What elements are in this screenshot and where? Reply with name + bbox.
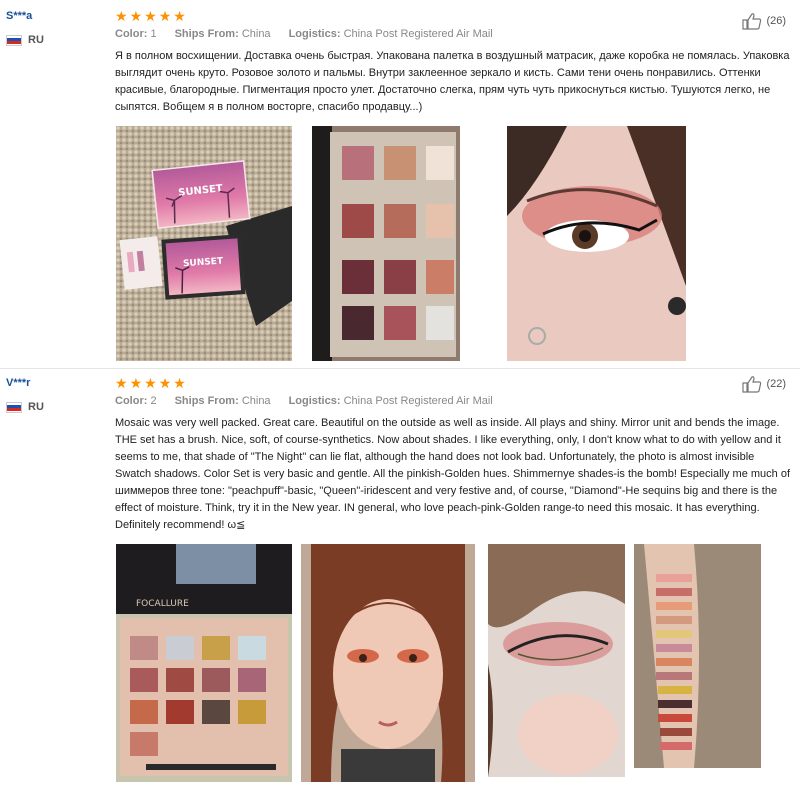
review-photo[interactable] <box>634 544 761 768</box>
reviewer-name[interactable]: V***r <box>6 377 106 389</box>
star-icon: ★ <box>144 8 157 24</box>
color-value: 2 <box>150 395 157 407</box>
review-photo[interactable]: SUNSET SUNSET <box>116 126 292 361</box>
review-photo[interactable]: FOCALLURE <box>116 544 292 782</box>
logistics-label: Logistics: <box>288 395 341 407</box>
reviewer-country: RU <box>6 34 106 46</box>
brand-label: FOCALLURE <box>136 599 189 609</box>
color-value: 1 <box>150 28 157 40</box>
order-meta: Color: 1 Ships From: China Logistics: Ch… <box>115 28 790 40</box>
star-icon: ★ <box>129 375 143 391</box>
ships-from-label: Ships From: <box>174 28 239 40</box>
star-icon: ★ <box>129 8 143 24</box>
review-text: Mosaic was very well packed. Great care.… <box>115 417 790 531</box>
star-icon: ★ <box>115 375 128 391</box>
review-body: ★ ★ ★ ★ ★ Color: 1 Ships From: China Log… <box>115 8 790 116</box>
review-body: ★ ★ ★ ★ ★ Color: 2 Ships From: China Log… <box>115 375 790 534</box>
star-icon: ★ <box>158 375 172 391</box>
logistics-value: China Post Registered Air Mail <box>343 28 493 40</box>
review-photo[interactable] <box>301 544 475 782</box>
logistics-label: Logistics: <box>288 28 341 40</box>
country-code: RU <box>28 34 44 46</box>
reviewer-country: RU <box>6 401 106 413</box>
review-item: V***r RU (22) ★ ★ ★ ★ ★ Color: 2 Ships F… <box>0 368 800 800</box>
star-icon: ★ <box>173 8 186 24</box>
review-item: S***a RU (26) ★ ★ ★ ★ ★ Color: 1 Ships F… <box>0 0 800 368</box>
star-icon: ★ <box>144 375 157 391</box>
color-label: Color: <box>115 395 148 407</box>
star-icon: ★ <box>158 8 172 24</box>
ships-from-label: Ships From: <box>174 395 239 407</box>
review-photo[interactable] <box>312 126 460 361</box>
review-photo[interactable] <box>488 544 625 777</box>
reviewer-name[interactable]: S***a <box>6 10 106 22</box>
logistics-value: China Post Registered Air Mail <box>343 395 493 407</box>
star-icon: ★ <box>173 375 186 391</box>
star-icon: ★ <box>115 8 128 24</box>
reviewer-info: S***a RU <box>6 10 106 46</box>
star-rating: ★ ★ ★ ★ ★ <box>115 375 790 391</box>
russia-flag-icon <box>6 34 22 46</box>
order-meta: Color: 2 Ships From: China Logistics: Ch… <box>115 395 790 407</box>
country-code: RU <box>28 401 44 413</box>
review-photo[interactable] <box>507 126 686 361</box>
ships-from-value: China <box>241 28 271 40</box>
reviewer-info: V***r RU <box>6 377 106 413</box>
ships-from-value: China <box>241 395 271 407</box>
star-rating: ★ ★ ★ ★ ★ <box>115 8 790 24</box>
review-text: Я в полном восхищении. Доставка очень бы… <box>115 50 790 113</box>
color-label: Color: <box>115 28 148 40</box>
russia-flag-icon <box>6 401 22 413</box>
